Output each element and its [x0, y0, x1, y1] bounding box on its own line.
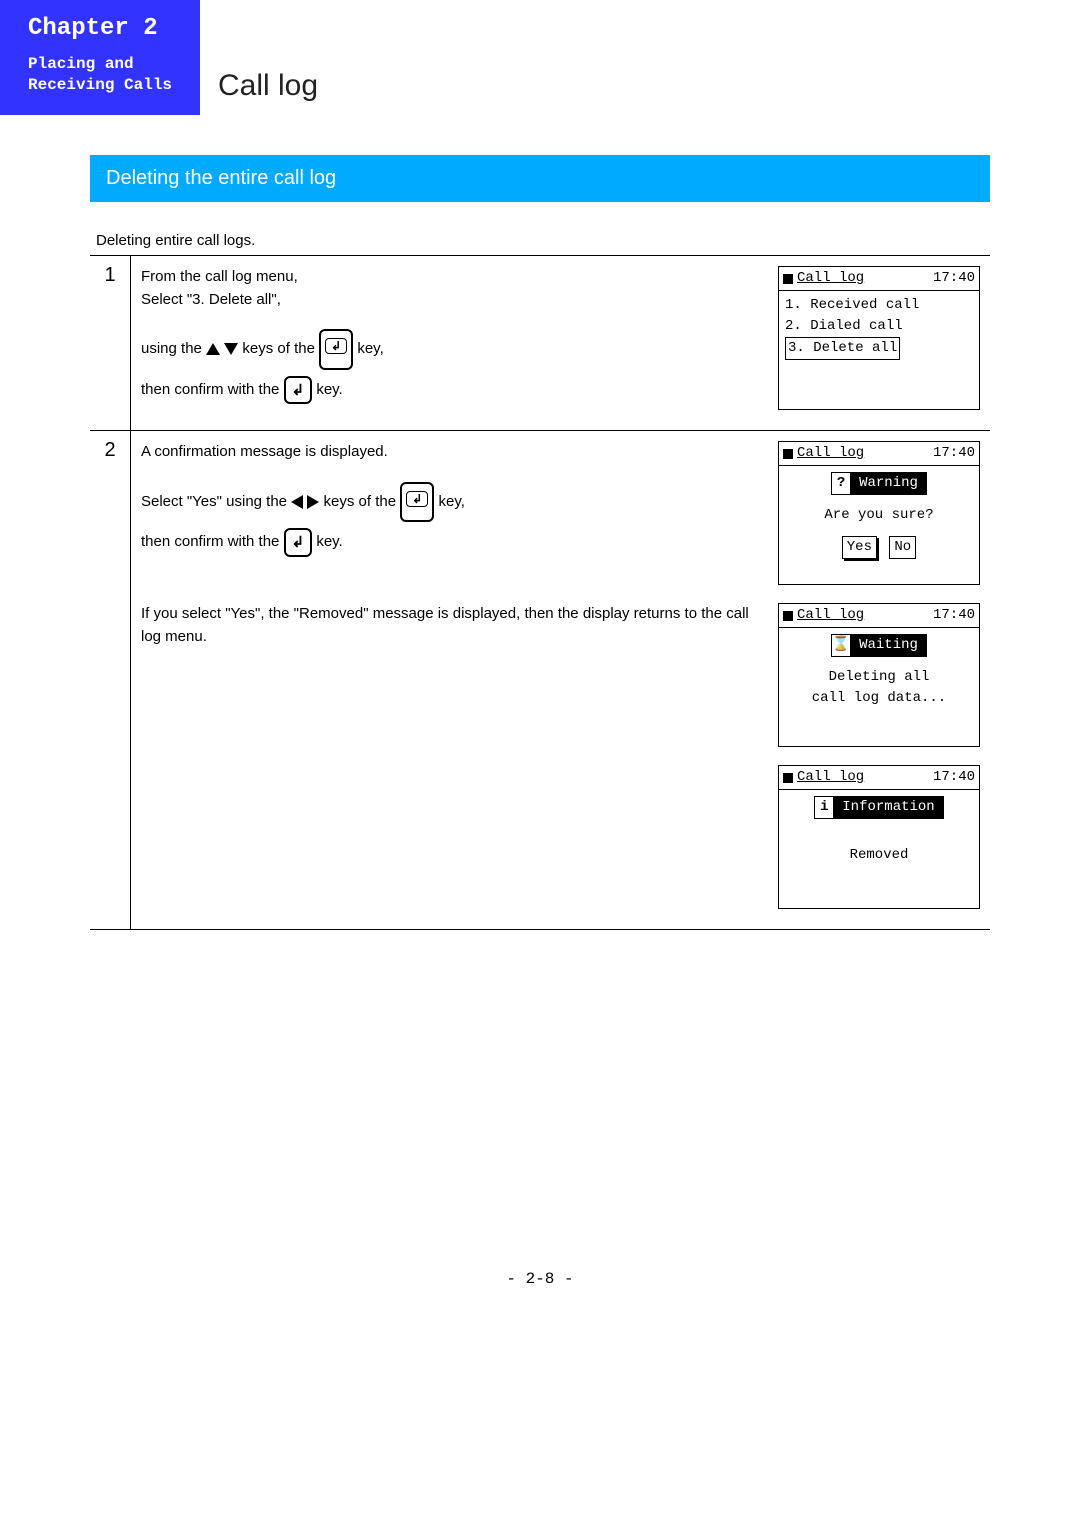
hourglass-icon: ⌛ — [832, 635, 851, 656]
step-text: From the call log menu, Select "3. Delet… — [141, 266, 760, 404]
section-heading: Deleting the entire call log — [90, 155, 990, 202]
down-arrow-icon — [224, 343, 238, 355]
lcd-screen-warning: Call log 17:40 ? Warning Are you sure? Y… — [778, 441, 980, 585]
lcd-screen-information: Call log 17:40 i Information Removed — [778, 765, 980, 909]
lcd-yes-button: Yes — [842, 536, 877, 559]
chapter-subtitle: Placing and Receiving Calls — [28, 54, 192, 96]
signal-icon — [783, 274, 793, 284]
step-body: From the call log menu, Select "3. Delet… — [131, 256, 990, 430]
signal-icon — [783, 611, 793, 621]
lcd-selected-item: 3. Delete all — [785, 337, 900, 360]
left-arrow-icon — [291, 495, 303, 509]
step-body: A confirmation message is displayed. Sel… — [131, 431, 990, 929]
nav-key-icon: ↲ — [400, 482, 434, 523]
right-arrow-icon — [307, 495, 319, 509]
step-number: 2 — [90, 431, 131, 929]
page-title: Call log — [218, 69, 318, 103]
lcd-screen-menu: Call log 17:40 1. Received call 2. Diale… — [778, 266, 980, 410]
chapter-number: Chapter 2 — [28, 15, 192, 42]
lcd-warning-pill: ? Warning — [831, 472, 927, 495]
section-intro: Deleting entire call logs. — [90, 232, 990, 249]
enter-key-icon: ↲ — [284, 528, 313, 557]
enter-key-icon: ↲ — [284, 376, 313, 405]
lcd-no-button: No — [889, 536, 916, 559]
signal-icon — [783, 773, 793, 783]
nav-key-icon: ↲ — [319, 329, 353, 370]
question-icon: ? — [832, 473, 851, 494]
signal-icon — [783, 449, 793, 459]
step-number: 1 — [90, 256, 131, 430]
page-number: - 2-8 - — [0, 1270, 1080, 1328]
lcd-screen-waiting: Call log 17:40 ⌛ Waiting Deleting all ca… — [778, 603, 980, 747]
step-row: 1 From the call log menu, Select "3. Del… — [90, 256, 990, 431]
step-row: 2 A confirmation message is displayed. S… — [90, 431, 990, 930]
lcd-information-pill: i Information — [814, 796, 943, 819]
lcd-waiting-pill: ⌛ Waiting — [831, 634, 927, 657]
step-text: If you select "Yes", the "Removed" messa… — [141, 603, 760, 648]
info-icon: i — [815, 797, 834, 818]
chapter-header: Chapter 2 Placing and Receiving Calls Ca… — [0, 0, 1080, 115]
up-arrow-icon — [206, 343, 220, 355]
page-title-area: Call log — [200, 0, 1080, 115]
step-text: A confirmation message is displayed. Sel… — [141, 441, 760, 557]
chapter-block: Chapter 2 Placing and Receiving Calls — [0, 0, 200, 115]
steps-table: 1 From the call log menu, Select "3. Del… — [90, 255, 990, 930]
